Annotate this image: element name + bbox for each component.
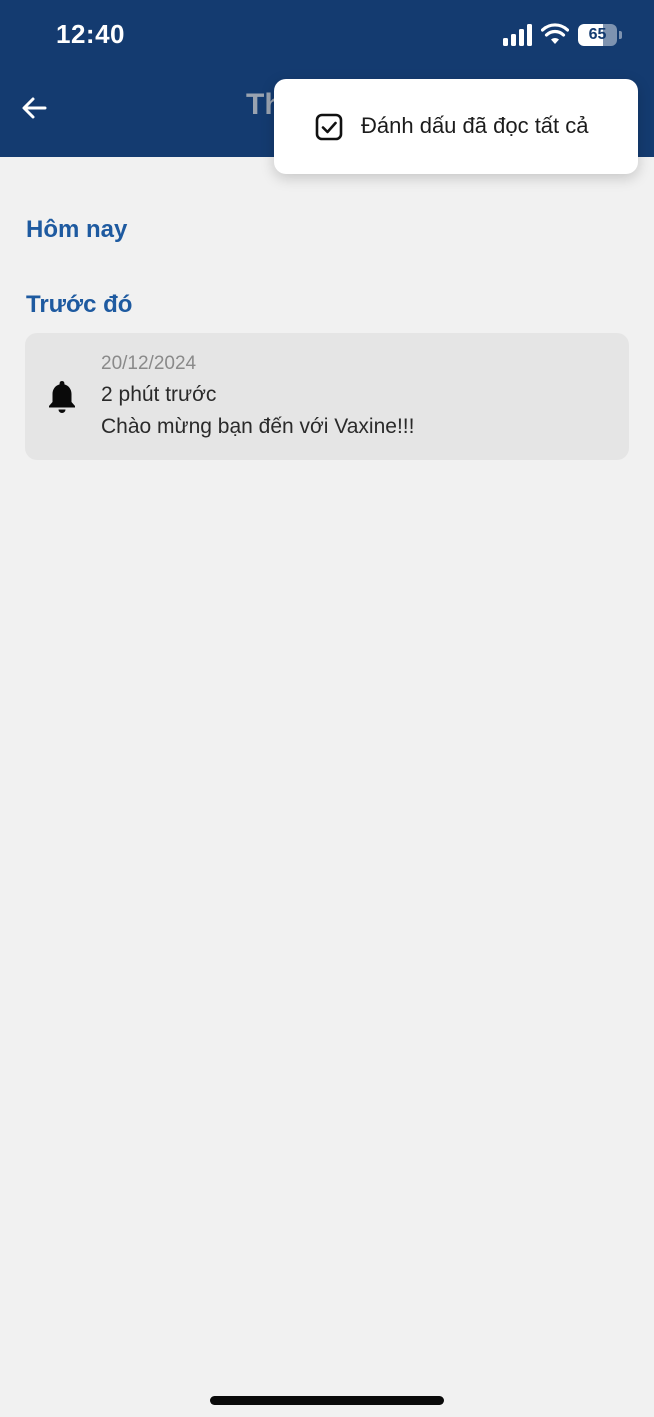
- arrow-left-icon: [22, 97, 47, 119]
- section-title-previous: Trước đó: [26, 291, 133, 318]
- popup-menu: Đánh dấu đã đọc tất cả: [274, 79, 638, 174]
- notification-relative-time: 2 phút trước: [101, 383, 217, 406]
- menu-item-label: Đánh dấu đã đọc tất cả: [361, 113, 589, 138]
- notification-date: 20/12/2024: [101, 353, 197, 374]
- battery-level: 65: [588, 26, 607, 43]
- status-time: 12:40: [56, 19, 125, 49]
- notification-card[interactable]: 20/12/2024 2 phút trước Chào mừng bạn đế…: [25, 333, 629, 460]
- bell-icon: [49, 381, 75, 413]
- home-indicator[interactable]: [210, 1396, 444, 1405]
- signal-icon: [503, 24, 532, 46]
- checkbox-checked-icon: [315, 113, 343, 141]
- notification-message: Chào mừng bạn đến với Vaxine!!!: [101, 415, 415, 438]
- wifi-icon: [541, 23, 569, 44]
- battery-icon: 65: [578, 24, 622, 46]
- back-button[interactable]: [14, 88, 54, 128]
- section-title-today: Hôm nay: [26, 216, 128, 243]
- mark-all-read-menu-item[interactable]: Đánh dấu đã đọc tất cả: [274, 79, 638, 174]
